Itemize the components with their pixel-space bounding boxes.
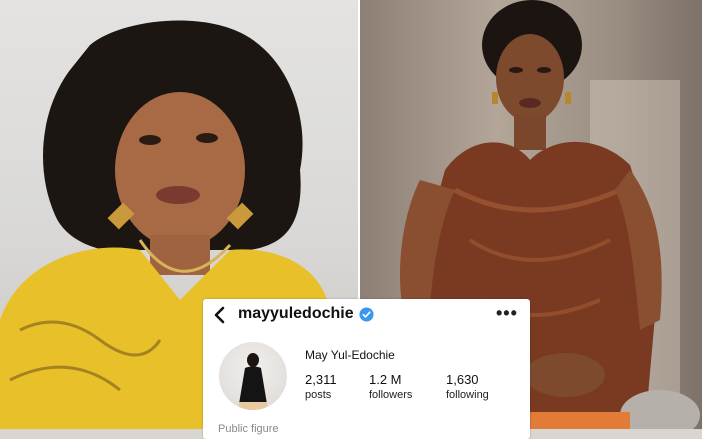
avatar[interactable] (219, 342, 287, 410)
profile-username: mayyuledochie (238, 305, 354, 322)
avatar-image (239, 353, 267, 410)
stat-followers-value: 1.2 M (369, 372, 402, 387)
more-options-icon[interactable]: ••• (496, 303, 518, 324)
stat-followers[interactable]: 1.2 M followers (369, 372, 412, 401)
stat-following-value: 1,630 (446, 372, 479, 387)
verified-badge-icon (359, 307, 374, 322)
profile-category: Public figure (218, 423, 279, 435)
chevron-left-icon[interactable] (212, 305, 228, 325)
instagram-profile-card: mayyuledochie ••• May Yul-Edochie 2,311 … (203, 299, 530, 439)
stat-posts[interactable]: 2,311 posts (305, 372, 337, 401)
stat-posts-label: posts (305, 389, 332, 401)
profile-display-name: May Yul-Edochie (305, 348, 395, 362)
stat-following-label: following (446, 389, 489, 401)
stat-followers-label: followers (369, 389, 413, 401)
stat-posts-value: 2,311 (305, 372, 337, 387)
stat-following[interactable]: 1,630 following (446, 372, 489, 401)
orange-accent (530, 412, 630, 429)
